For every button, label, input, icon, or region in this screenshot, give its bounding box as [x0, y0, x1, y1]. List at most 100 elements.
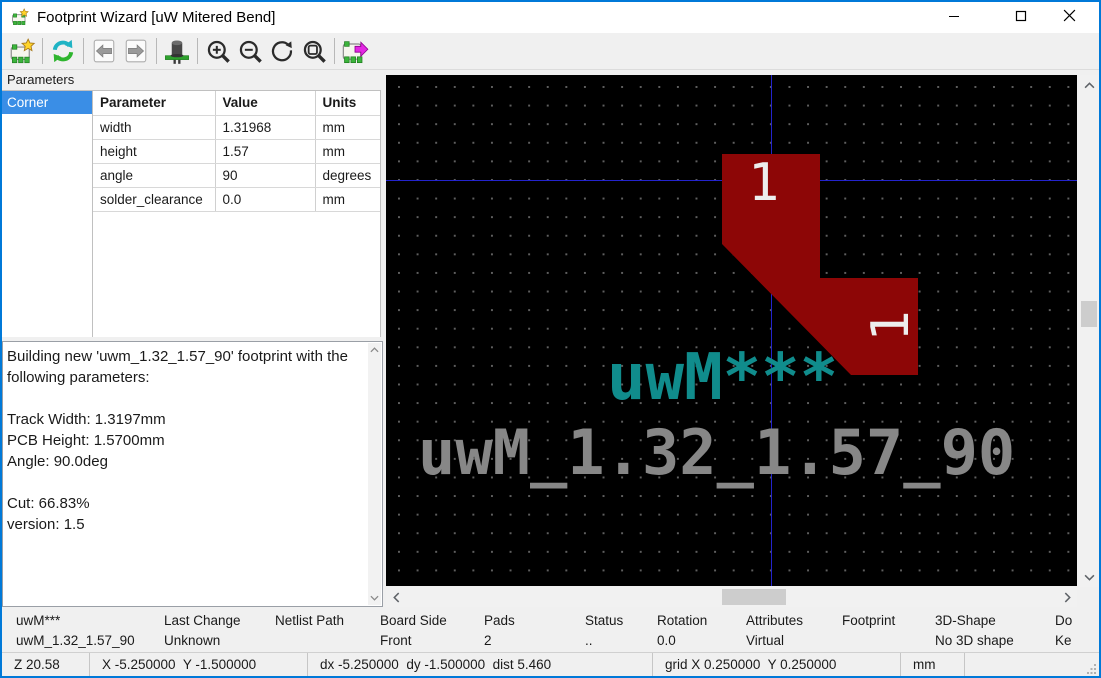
export-footprint-icon [341, 37, 369, 65]
next-page-button[interactable] [120, 36, 152, 66]
status-field: AttributesVirtual [746, 611, 803, 651]
message-line: following parameters: [7, 367, 366, 388]
cursor-bar-cell: X -5.250000 Y -1.500000 [90, 653, 308, 676]
canvas-horizontal-scrollbar[interactable] [386, 587, 1077, 607]
zoom-in-icon [205, 38, 232, 65]
param-value-cell[interactable]: 0.0 [215, 187, 315, 211]
resize-grip[interactable] [1087, 664, 1097, 674]
message-line: Track Width: 1.3197mm [7, 409, 366, 430]
toolbar-separator [334, 38, 335, 64]
status-field: Board SideFront [380, 611, 447, 651]
app-footprint-icon [10, 8, 30, 28]
window-title: Footprint Wizard [uW Mitered Bend] [37, 9, 275, 26]
scroll-right-icon[interactable] [1059, 587, 1075, 607]
scroll-down-icon[interactable] [1079, 569, 1099, 585]
refresh-button[interactable] [47, 36, 79, 66]
param-cell: degrees [315, 163, 381, 187]
scroll-up-icon[interactable] [1079, 77, 1099, 93]
param-cell: width [93, 115, 215, 139]
new-footprint-wizard-button[interactable] [6, 36, 38, 66]
message-line [7, 388, 366, 409]
rotate-clockwise-icon [269, 38, 296, 65]
status-field: Status.. [585, 611, 623, 651]
message-line: Angle: 90.0deg [7, 451, 366, 472]
message-scrollbar[interactable] [368, 343, 381, 605]
status-field: Last ChangeUnknown [164, 611, 241, 651]
minimize-button[interactable] [931, 0, 977, 31]
zoom-fit-icon [301, 38, 328, 65]
scroll-up-icon[interactable] [368, 343, 381, 357]
parameters-table: ParameterValueUnits width1.31968mmheight… [93, 90, 381, 337]
toolbar-separator [156, 38, 157, 64]
scroll-left-icon[interactable] [388, 587, 404, 607]
message-line: PCB Height: 1.5700mm [7, 430, 366, 451]
toolbar-separator [197, 38, 198, 64]
vertical-scroll-thumb[interactable] [1081, 301, 1097, 327]
message-line: Building new 'uwm_1.32_1.57_90' footprin… [7, 346, 366, 367]
table-row: angle90degrees [93, 163, 381, 187]
redraw-view-button[interactable] [266, 36, 298, 66]
status-field: Pads2 [484, 611, 515, 651]
footprint-preview-canvas[interactable]: 1 1 uwM*** uwM_1.32_1.57_90 [386, 75, 1077, 586]
parameters-caption: Parameters [2, 72, 383, 90]
wizard-pages-list: Corner [2, 90, 93, 337]
previous-page-button[interactable] [88, 36, 120, 66]
cursor-bar-cell [965, 653, 1099, 676]
refresh-icon [49, 37, 77, 65]
param-cell: height [93, 139, 215, 163]
status-field: Footprint [842, 611, 895, 651]
build-message-text: Building new 'uwm_1.32_1.57_90' footprin… [7, 346, 366, 604]
pad-icon [163, 37, 191, 65]
footprint-status-bar: uwM***uwM_1.32_1.57_90 Last ChangeUnknown… [2, 608, 1099, 652]
footprint-value-text: uwM_1.32_1.57_90 [418, 416, 1015, 489]
close-button[interactable] [1046, 0, 1092, 31]
canvas-vertical-scrollbar[interactable] [1079, 75, 1099, 587]
toolbar-separator [83, 38, 84, 64]
zoom-out-button[interactable] [234, 36, 266, 66]
column-header: Value [215, 91, 315, 115]
table-row: width1.31968mm [93, 115, 381, 139]
pad-number-1: 1 [748, 157, 779, 209]
cursor-bar-cell: dx -5.250000 dy -1.500000 dist 5.460 [308, 653, 653, 676]
arrow-right-icon [123, 38, 149, 64]
message-line: Cut: 66.83% [7, 493, 366, 514]
footprint-reference-text: uwM*** [607, 341, 838, 415]
cursor-bar-cell: mm [901, 653, 965, 676]
toolbar-separator [42, 38, 43, 64]
table-row: solder_clearance0.0mm [93, 187, 381, 211]
cursor-bar-cell: Z 20.58 [2, 653, 90, 676]
zoom-in-button[interactable] [202, 36, 234, 66]
main-toolbar [2, 33, 1099, 70]
param-value-cell[interactable]: 90 [215, 163, 315, 187]
param-cell: solder_clearance [93, 187, 215, 211]
param-cell: mm [315, 115, 381, 139]
param-cell: angle [93, 163, 215, 187]
horizontal-scroll-thumb[interactable] [722, 589, 786, 605]
cursor-bar-cell: grid X 0.250000 Y 0.250000 [653, 653, 901, 676]
status-field: DoKe [1055, 611, 1072, 651]
status-field: Netlist Path [275, 611, 344, 651]
zoom-out-icon [237, 38, 264, 65]
message-panel: Building new 'uwm_1.32_1.57_90' footprin… [2, 341, 383, 607]
footprint-star-icon [9, 38, 36, 65]
scrollbar-corner [1077, 587, 1099, 607]
status-field: uwM***uwM_1.32_1.57_90 [16, 611, 135, 651]
message-line: version: 1.5 [7, 514, 366, 535]
param-value-cell[interactable]: 1.57 [215, 139, 315, 163]
message-line [7, 472, 366, 493]
scroll-down-icon[interactable] [368, 591, 381, 605]
param-cell: mm [315, 187, 381, 211]
page-item-corner[interactable]: Corner [2, 91, 92, 114]
zoom-to-fit-button[interactable] [298, 36, 330, 66]
table-row: height1.57mm [93, 139, 381, 163]
pad-number-2: 1 [865, 300, 917, 352]
status-field: Rotation0.0 [657, 611, 707, 651]
pad-settings-button[interactable] [161, 36, 193, 66]
maximize-button[interactable] [998, 0, 1044, 31]
export-footprint-button[interactable] [339, 36, 371, 66]
column-header: Units [315, 91, 381, 115]
status-field: 3D-ShapeNo 3D shape [935, 611, 1014, 651]
arrow-left-icon [91, 38, 117, 64]
param-value-cell[interactable]: 1.31968 [215, 115, 315, 139]
footprint-wizard-window: Footprint Wizard [uW Mitered Bend] [0, 0, 1101, 678]
